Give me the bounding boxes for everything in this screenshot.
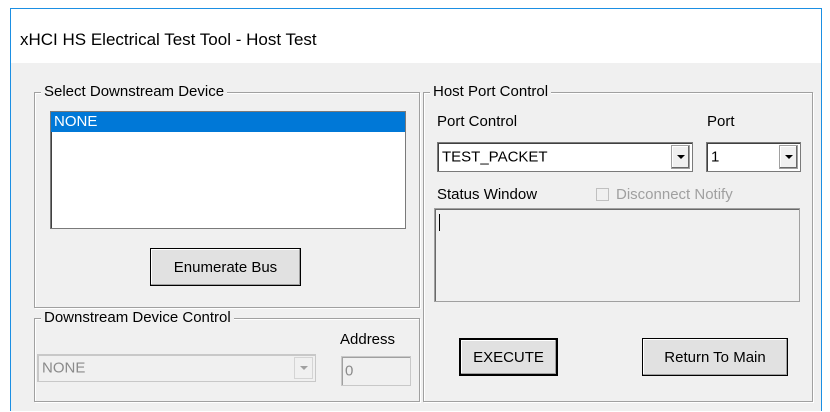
port-select[interactable]: 1 xyxy=(706,142,801,172)
dropdown-arrow-icon[interactable] xyxy=(671,145,690,169)
status-window[interactable] xyxy=(434,208,800,302)
downstream-device-control-group: Downstream Device Control Address NONE 0 xyxy=(34,309,420,402)
text-caret xyxy=(439,214,440,231)
port-control-label: Port Control xyxy=(437,113,518,130)
enumerate-bus-button[interactable]: Enumerate Bus xyxy=(150,248,301,286)
port-value: 1 xyxy=(711,148,720,166)
address-value: 0 xyxy=(345,362,354,380)
address-label: Address xyxy=(340,331,396,348)
downstream-device-list[interactable]: NONE xyxy=(50,111,406,229)
return-to-main-button[interactable]: Return To Main xyxy=(642,338,788,376)
list-item[interactable]: NONE xyxy=(51,112,405,132)
disconnect-notify-label: Disconnect Notify xyxy=(616,186,733,203)
host-port-control-legend: Host Port Control xyxy=(430,83,552,101)
host-port-control-group: Host Port Control Port Control Port TEST… xyxy=(423,83,813,402)
downstream-device-select[interactable]: NONE xyxy=(37,354,316,382)
port-label: Port xyxy=(707,113,735,130)
execute-button[interactable]: EXECUTE xyxy=(459,338,558,376)
status-window-label: Status Window xyxy=(437,186,538,203)
address-field[interactable]: 0 xyxy=(341,356,411,386)
disconnect-notify-checkbox[interactable] xyxy=(596,188,609,201)
window-title: xHCI HS Electrical Test Tool - Host Test xyxy=(20,30,317,49)
title-bar: xHCI HS Electrical Test Tool - Host Test xyxy=(11,9,821,63)
select-downstream-device-group: Select Downstream Device NONE Enumerate … xyxy=(34,83,420,308)
downstream-device-value: NONE xyxy=(42,359,86,377)
downstream-device-control-legend: Downstream Device Control xyxy=(41,309,234,327)
select-downstream-device-legend: Select Downstream Device xyxy=(41,83,228,101)
port-control-value: TEST_PACKET xyxy=(442,148,548,166)
host-test-window: xHCI HS Electrical Test Tool - Host Test… xyxy=(10,8,822,411)
port-control-select[interactable]: TEST_PACKET xyxy=(437,142,693,172)
dropdown-arrow-icon[interactable] xyxy=(294,357,313,379)
dropdown-arrow-icon[interactable] xyxy=(779,145,798,169)
